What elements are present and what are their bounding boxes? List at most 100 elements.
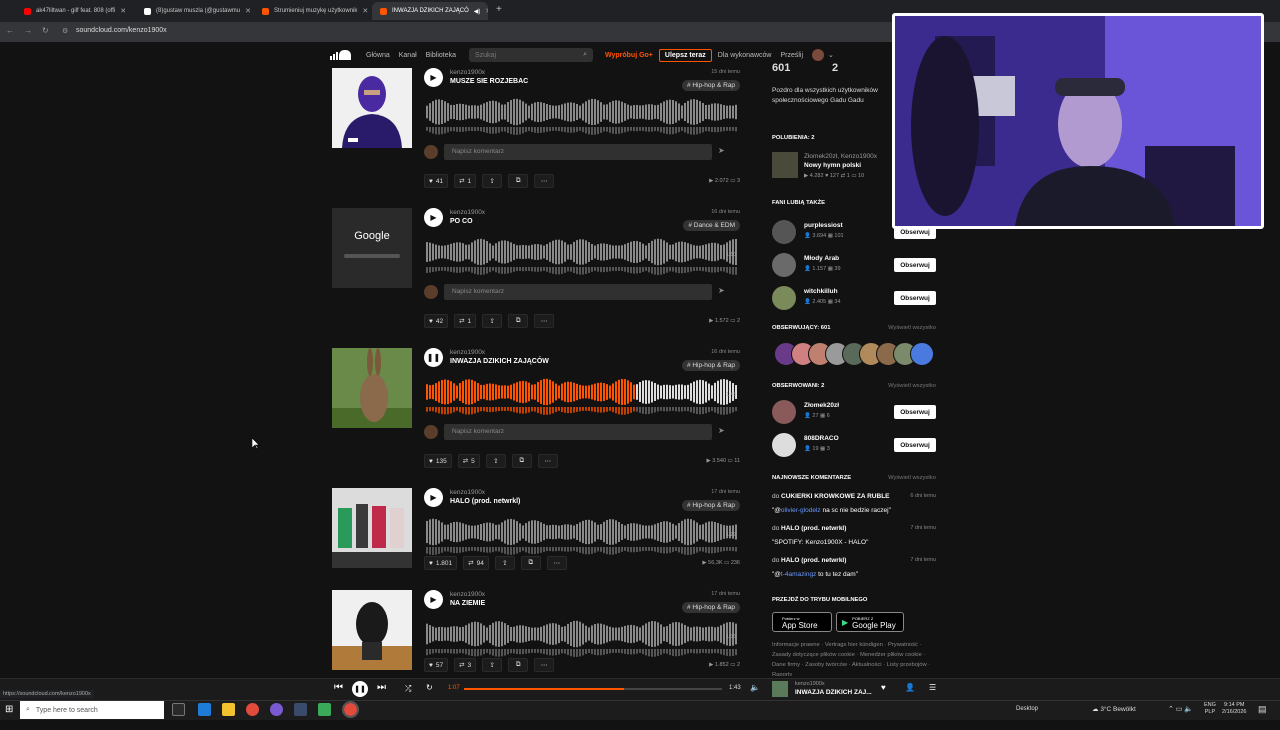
genre-tag[interactable]: # Hip-hop & Rap — [681, 80, 740, 91]
following-name[interactable]: Złomek20zł — [804, 402, 839, 409]
comment-mention[interactable]: t-4amazingz — [781, 571, 816, 578]
track-user[interactable]: kenzo1900x — [450, 489, 485, 496]
copy-link-button[interactable]: ⧉ — [511, 454, 532, 468]
url-text[interactable]: soundcloud.com/kenzo1900x — [76, 27, 167, 34]
play-button[interactable]: ▶ — [424, 488, 443, 507]
reload-icon[interactable]: ↻ — [42, 26, 49, 35]
more-button[interactable]: ⋯ — [546, 556, 567, 570]
waveform[interactable] — [426, 376, 738, 416]
like-button[interactable]: ♥ 135 — [424, 454, 452, 468]
file-explorer-icon[interactable] — [222, 703, 235, 716]
repost-button[interactable]: ⇄ 1 — [454, 314, 477, 328]
copy-link-button[interactable]: ⧉ — [508, 314, 529, 328]
waveform[interactable] — [426, 618, 738, 658]
shuffle-icon[interactable]: ⤮ — [405, 684, 411, 694]
search-icon[interactable]: ⌕ — [583, 51, 587, 59]
track-user[interactable]: kenzo1900x — [450, 591, 485, 598]
following-avatar[interactable] — [772, 433, 796, 457]
share-button[interactable]: ⇪ — [482, 658, 503, 672]
track-user[interactable]: kenzo1900x — [450, 209, 485, 216]
more-button[interactable]: ⋯ — [534, 658, 555, 672]
chrome-icon[interactable] — [246, 703, 259, 716]
track-title[interactable]: INWAZJA DZIKICH ZAJĄCÓW — [450, 358, 549, 365]
forward-icon[interactable]: → — [24, 26, 32, 35]
track-user[interactable]: kenzo1900x — [450, 349, 485, 356]
task-view-icon[interactable] — [172, 703, 185, 716]
fan-name[interactable]: purplessiost — [804, 222, 843, 229]
share-button[interactable]: ⇪ — [485, 454, 506, 468]
like-button[interactable]: ♥ 41 — [424, 174, 449, 188]
new-tab-button[interactable]: + — [496, 4, 502, 15]
follow-button[interactable]: Obserwuj — [894, 258, 936, 272]
copy-link-button[interactable]: ⧉ — [508, 658, 529, 672]
close-tab-icon[interactable]: ✕ — [362, 7, 368, 15]
genre-tag[interactable]: # Hip-hop & Rap — [681, 500, 740, 511]
track-cover[interactable]: Google — [332, 208, 412, 288]
genre-tag[interactable]: # Hip-hop & Rap — [681, 602, 740, 613]
chrome-active-icon[interactable] — [342, 701, 359, 718]
comment-mention[interactable]: olivier-glodelz — [781, 507, 821, 514]
browser-tab[interactable]: (8)gustaw muszla (@gustawmu ✕ — [136, 2, 252, 20]
player-track-title[interactable]: INWAZJA DZIKICH ZAJ... — [795, 689, 872, 696]
weather-widget[interactable]: ☁ 3°C Bewölkt — [1092, 705, 1136, 713]
follow-button[interactable]: Obserwuj — [894, 291, 936, 305]
fan-name[interactable]: Młody Arab — [804, 255, 839, 262]
send-comment-icon[interactable]: ➤ — [718, 286, 725, 295]
search-input[interactable]: Szukaj ⌕ — [469, 48, 593, 62]
nav-feed[interactable]: Kanał — [399, 52, 417, 59]
more-button[interactable]: ⋯ — [534, 174, 555, 188]
like-button[interactable]: ♥ 57 — [424, 658, 449, 672]
comment-input[interactable]: Napisz komentarz — [444, 284, 712, 300]
clock[interactable]: 9:14 PM 2/16/2026 — [1222, 702, 1246, 716]
volume-icon[interactable]: 🔈 — [750, 683, 760, 692]
player-progress-track[interactable] — [464, 688, 722, 690]
play-button[interactable]: ▶ — [424, 68, 443, 87]
view-all-followers-link[interactable]: Wyświetl wszystko — [888, 325, 936, 331]
google-play-badge[interactable]: ▶ POBIERZ Z Google Play — [836, 612, 904, 632]
repeat-icon[interactable]: ↻ — [426, 683, 433, 692]
more-button[interactable]: ⋯ — [537, 454, 558, 468]
like-button[interactable]: ♥ 42 — [424, 314, 449, 328]
follow-user-icon[interactable]: 👤 — [905, 683, 915, 692]
language-indicator[interactable]: ENG PLP — [1204, 702, 1216, 716]
liked-track-cover[interactable] — [772, 152, 798, 178]
app-store-badge[interactable]: Pobierz w App Store — [772, 612, 832, 632]
desktop-label[interactable]: Desktop — [1016, 706, 1038, 712]
following-name[interactable]: 808DRACO — [804, 435, 839, 442]
send-comment-icon[interactable]: ➤ — [718, 426, 725, 435]
share-button[interactable]: ⇪ — [482, 314, 503, 328]
view-all-comments-link[interactable]: Wyświetl wszystko — [888, 475, 936, 481]
steam-icon[interactable] — [294, 703, 307, 716]
following-avatar[interactable] — [772, 400, 796, 424]
try-go-plus-link[interactable]: Wypróbuj Go+ — [605, 52, 653, 59]
track-title[interactable]: MUSZE SIE ROZJEBAC — [450, 78, 528, 85]
notifications-icon[interactable]: ▤ — [1258, 704, 1267, 715]
fan-avatar[interactable] — [772, 220, 796, 244]
queue-icon[interactable]: ☰ — [929, 683, 936, 692]
followers-count[interactable]: 601 — [772, 62, 790, 74]
comment-input[interactable]: Napisz komentarz — [444, 424, 712, 440]
previous-track-icon[interactable]: ⏮ — [334, 682, 343, 693]
close-tab-icon[interactable]: ✕ — [120, 7, 126, 15]
track-cover[interactable] — [332, 348, 412, 428]
pause-button[interactable]: ❚❚ — [424, 348, 443, 367]
site-info-icon[interactable]: ⚙ — [62, 27, 68, 35]
back-icon[interactable]: ← — [6, 26, 14, 35]
waveform[interactable] — [426, 236, 738, 276]
share-button[interactable]: ⇪ — [482, 174, 503, 188]
repost-button[interactable]: ⇄ 3 — [454, 658, 477, 672]
comment-input[interactable]: Napisz komentarz — [444, 144, 712, 160]
close-tab-icon[interactable]: ✕ — [245, 7, 251, 15]
fan-avatar[interactable] — [772, 253, 796, 277]
close-tab-icon[interactable]: ✕ — [485, 7, 488, 15]
liked-track-artists[interactable]: Złomek20zł, Kenzo1900x — [804, 153, 877, 160]
like-icon[interactable]: ♥ — [881, 683, 886, 692]
fan-avatar[interactable] — [772, 286, 796, 310]
waveform[interactable] — [426, 516, 738, 556]
fan-name[interactable]: witchkilluh — [804, 288, 838, 295]
footer-links[interactable]: Informacje prawne · Vertrags hier kündig… — [772, 640, 936, 676]
edge-icon[interactable] — [198, 703, 211, 716]
comment-target[interactable]: do CUKIERKI KROWKOWE ZA RUBLE — [772, 493, 890, 500]
comment-target[interactable]: do HALO (prod. netwrkl) — [772, 525, 846, 532]
share-button[interactable]: ⇪ — [494, 556, 515, 570]
